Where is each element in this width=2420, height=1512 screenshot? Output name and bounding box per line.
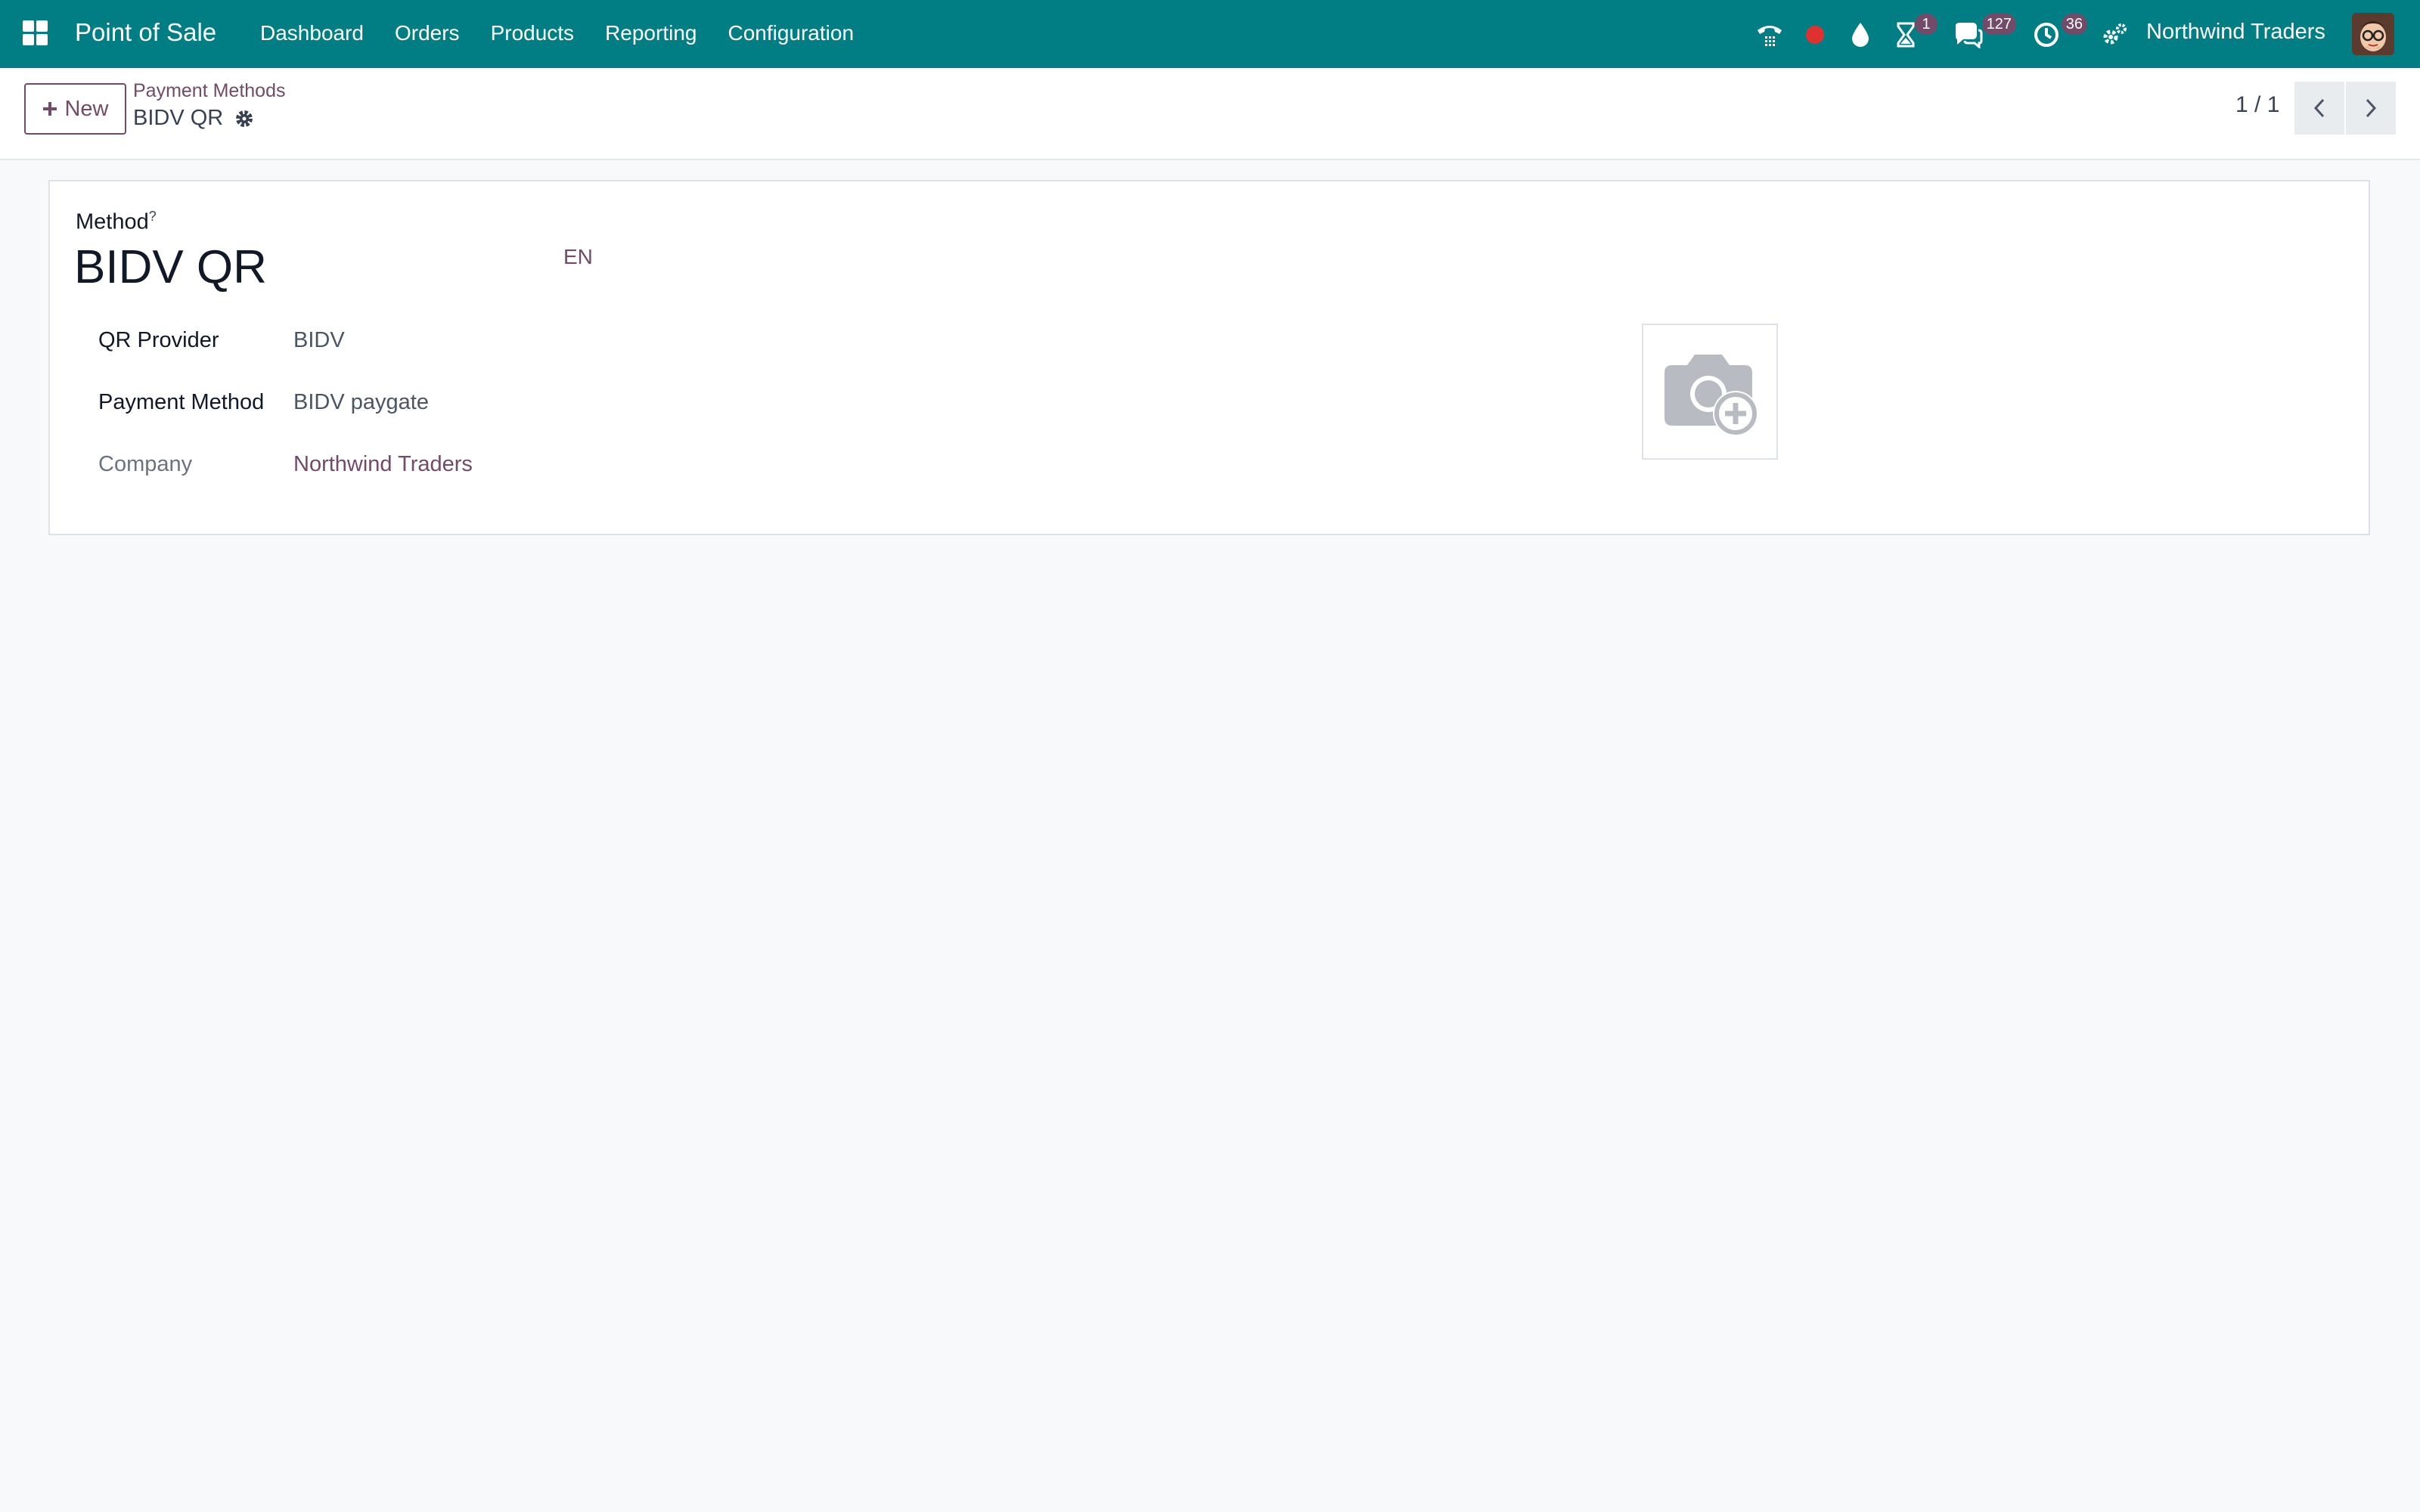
control-panel: New Payment Methods BIDV QR 1 / 1: [0, 68, 2420, 160]
messages-badge: 127: [1981, 14, 2016, 35]
menu-item-configuration[interactable]: Configuration: [728, 21, 854, 45]
breadcrumb-current-label: BIDV QR: [133, 106, 224, 130]
menu-item-reporting[interactable]: Reporting: [605, 21, 697, 45]
company-switcher[interactable]: Northwind Traders: [2146, 20, 2325, 45]
main-menu: Dashboard Orders Products Reporting Conf…: [260, 21, 885, 45]
app-name[interactable]: Point of Sale: [75, 18, 216, 47]
hourglass-icon[interactable]: 1: [1891, 14, 1938, 50]
menu-item-dashboard[interactable]: Dashboard: [260, 21, 364, 45]
pager-value[interactable]: 1 / 1: [2235, 92, 2279, 118]
activity-badge: 1: [1915, 14, 1938, 35]
qr-provider-row: QR Provider BIDV: [98, 328, 345, 353]
company-label: Company: [98, 452, 193, 476]
qr-provider-label: QR Provider: [98, 328, 219, 352]
image-upload-field[interactable]: [1642, 324, 1778, 460]
gear-icon[interactable]: [234, 108, 255, 129]
method-name-input[interactable]: BIDV QR: [74, 240, 267, 294]
company-field-link[interactable]: Northwind Traders: [293, 452, 473, 477]
clock-icon[interactable]: 36: [2031, 14, 2087, 50]
pager-previous-button[interactable]: [2294, 82, 2344, 135]
form-sheet: Method? BIDV QR EN QR Provider BIDV Paym…: [48, 180, 2370, 535]
camera-plus-icon: [1665, 355, 1758, 436]
recording-dot-icon[interactable]: [1800, 20, 1830, 50]
menu-item-orders[interactable]: Orders: [395, 21, 460, 45]
chevron-right-icon: [2366, 98, 2377, 118]
new-button-label: New: [64, 96, 109, 121]
phone-icon[interactable]: [1754, 20, 1785, 50]
company-row: Company Northwind Traders: [98, 452, 473, 477]
payment-method-label: Payment Method: [98, 390, 265, 414]
method-label-text: Method: [76, 209, 149, 234]
user-avatar[interactable]: [2352, 13, 2394, 55]
method-help-tooltip[interactable]: ?: [149, 209, 157, 224]
translate-language-button[interactable]: EN: [563, 245, 593, 269]
apps-grid-icon[interactable]: [23, 20, 48, 46]
chevron-left-icon: [2313, 98, 2325, 118]
menu-item-products[interactable]: Products: [491, 21, 575, 45]
debug-gears-icon[interactable]: [2099, 20, 2130, 50]
clock-badge: 36: [2061, 14, 2087, 35]
pager-next-button[interactable]: [2346, 82, 2396, 135]
breadcrumb-current: BIDV QR: [133, 106, 255, 131]
qr-provider-field[interactable]: BIDV: [293, 328, 345, 353]
new-button[interactable]: New: [24, 83, 126, 135]
method-field-label: Method?: [76, 209, 157, 235]
messages-icon[interactable]: 127: [1953, 14, 2016, 50]
drop-icon[interactable]: [1845, 20, 1876, 50]
breadcrumb-payment-methods[interactable]: Payment Methods: [133, 80, 286, 102]
payment-method-field[interactable]: BIDV paygate: [293, 390, 429, 415]
plus-icon: [43, 102, 57, 116]
payment-method-row: Payment Method BIDV paygate: [98, 390, 429, 415]
top-navbar: Point of Sale Dashboard Orders Products …: [0, 0, 2420, 68]
